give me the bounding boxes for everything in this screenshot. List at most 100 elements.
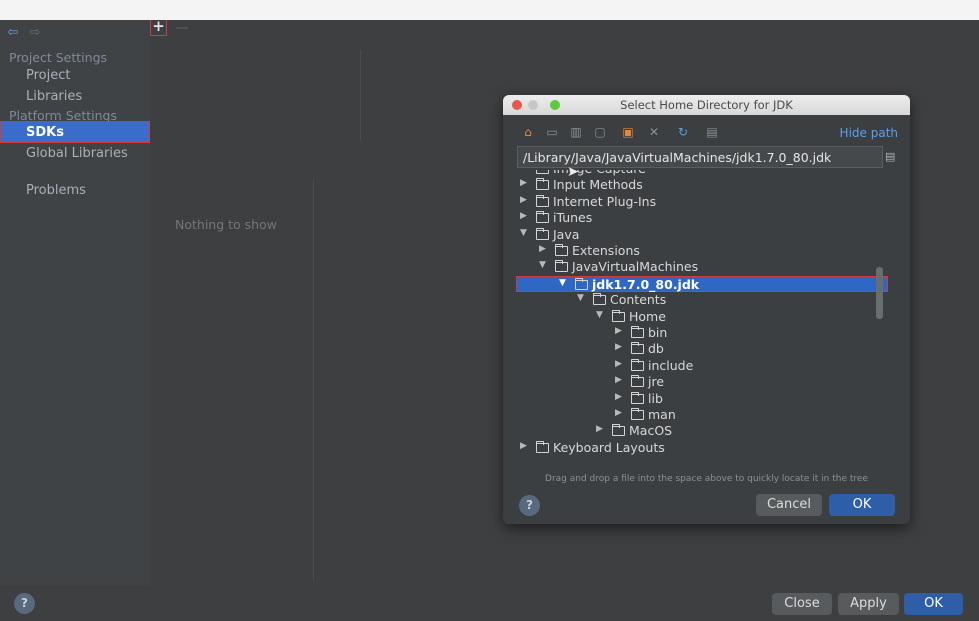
ok-button[interactable]: OK xyxy=(904,593,963,615)
help-button[interactable]: ? xyxy=(14,593,35,614)
remove-sdk-button[interactable]: — xyxy=(175,20,189,36)
dialog-help-button[interactable]: ? xyxy=(519,495,540,516)
tree-row[interactable]: ▶ bin xyxy=(516,325,888,341)
folder-icon xyxy=(631,408,644,420)
tree-row-label: iTunes xyxy=(553,210,593,226)
folder-icon xyxy=(555,260,568,273)
expand-right-icon[interactable]: ▶ xyxy=(520,195,530,205)
folder-icon xyxy=(536,194,549,207)
tree-row[interactable]: ▶ jre xyxy=(516,374,888,390)
refresh-icon[interactable]: ↻ xyxy=(676,126,690,139)
tree-row[interactable]: ▶ Internet Plug-Ins xyxy=(516,194,888,210)
folder-icon xyxy=(612,309,625,322)
folder-icon xyxy=(536,440,549,453)
tree-row[interactable]: ▼ Contents xyxy=(516,292,888,308)
folder-icon xyxy=(631,342,644,355)
folder-icon xyxy=(631,358,644,371)
tree-row[interactable]: ▼ Home xyxy=(516,309,888,325)
forward-arrow-icon[interactable]: ⇨ xyxy=(28,26,42,40)
hide-path-link[interactable]: Hide path xyxy=(840,126,898,140)
expand-right-icon[interactable]: ▶ xyxy=(615,392,625,402)
folder-icon xyxy=(536,170,549,174)
show-hidden-icon[interactable]: ▤ xyxy=(705,126,719,139)
tree-row[interactable]: ▶ db xyxy=(516,341,888,357)
tree-row[interactable]: ▶ Keyboard Layouts xyxy=(516,440,888,456)
tree-row-label: Internet Plug-Ins xyxy=(553,193,657,209)
expand-right-icon[interactable]: ▶ xyxy=(520,178,530,188)
folder-icon xyxy=(536,211,549,224)
project-icon[interactable]: ▥ xyxy=(569,126,583,139)
expand-right-icon[interactable]: ▶ xyxy=(596,424,606,434)
tree-row-label: Home xyxy=(629,308,666,324)
expand-right-icon[interactable]: ▶ xyxy=(615,408,625,418)
tree-row-label: include xyxy=(648,357,694,373)
empty-list-message: Nothing to show xyxy=(175,217,277,232)
nav-item-project[interactable]: Project xyxy=(26,68,70,83)
drag-hint: Drag and drop a file into the space abov… xyxy=(545,474,868,484)
dialog-ok-button[interactable]: OK xyxy=(829,494,895,516)
nav-item-libraries[interactable]: Libraries xyxy=(26,89,82,104)
tree-row[interactable]: ▶ man xyxy=(516,407,888,423)
bottom-bar: ? Close Apply OK xyxy=(0,585,979,621)
tree-row[interactable]: ▶ MacOS xyxy=(516,423,888,439)
expand-right-icon[interactable]: ▶ xyxy=(520,441,530,451)
mouse-pointer-icon: ➤ xyxy=(567,164,579,180)
expand-down-icon[interactable]: ▼ xyxy=(520,228,530,238)
module-icon[interactable]: ▢ xyxy=(593,126,607,139)
left-nav: ⇦ ⇨ Project Settings Project Libraries P… xyxy=(0,20,150,621)
tree-row-label: lib xyxy=(648,390,663,406)
tree-row-label: MacOS xyxy=(629,423,673,439)
project-structure-window: ⇦ ⇨ Project Settings Project Libraries P… xyxy=(0,20,979,621)
tree-row[interactable]: ▼ JavaVirtualMachines xyxy=(516,259,888,275)
close-button[interactable]: Close xyxy=(772,593,832,615)
tree-row-label: man xyxy=(648,407,676,422)
dialog-titlebar: Select Home Directory for JDK xyxy=(503,95,910,115)
tree-row-label: Contents xyxy=(610,292,667,308)
nav-item-sdks-label: SDKs xyxy=(26,125,64,140)
tree-row-label: jdk1.7.0_80.jdk xyxy=(592,276,700,292)
tree-row-label: Keyboard Layouts xyxy=(553,439,665,455)
delete-icon[interactable]: ✕ xyxy=(647,126,661,139)
expand-down-icon[interactable]: ▼ xyxy=(577,293,587,303)
top-strip xyxy=(0,0,979,20)
folder-icon xyxy=(631,326,644,338)
tree-row[interactable]: ▶ iTunes xyxy=(516,210,888,226)
back-arrow-icon[interactable]: ⇦ xyxy=(6,26,20,40)
tree-row-label: Extensions xyxy=(572,243,640,258)
dialog-title: Select Home Directory for JDK xyxy=(620,98,793,112)
expand-right-icon[interactable]: ▶ xyxy=(615,359,625,369)
apply-button[interactable]: Apply xyxy=(838,593,899,615)
tree-scrollbar[interactable] xyxy=(876,267,883,319)
expand-down-icon[interactable]: ▼ xyxy=(596,310,606,320)
expand-right-icon[interactable]: ▶ xyxy=(615,326,625,336)
nav-item-global-libraries[interactable]: Global Libraries xyxy=(26,146,128,161)
clipboard-icon[interactable]: ▤ xyxy=(885,150,897,164)
nav-item-sdks[interactable]: SDKs xyxy=(0,121,150,143)
folder-icon xyxy=(575,277,588,290)
expand-right-icon[interactable]: ▶ xyxy=(520,170,530,172)
file-tree[interactable]: ▶Image Capture▶Input Methods▶Internet Pl… xyxy=(516,170,897,460)
tree-row[interactable]: ▼ Java xyxy=(516,227,888,243)
new-folder-icon[interactable]: ▣ xyxy=(621,126,635,139)
cancel-button[interactable]: Cancel xyxy=(756,494,822,516)
tree-row[interactable]: ▶ Extensions xyxy=(516,243,888,259)
expand-right-icon[interactable]: ▶ xyxy=(615,342,625,352)
expand-right-icon[interactable]: ▶ xyxy=(520,211,530,221)
add-sdk-button[interactable]: + xyxy=(150,20,167,36)
tree-row-selected[interactable]: ▼ jdk1.7.0_80.jdk xyxy=(516,275,888,292)
sdk-list-panel: + — Nothing to show xyxy=(150,20,315,585)
expand-down-icon[interactable]: ▼ xyxy=(559,278,569,288)
tree-row-label: JavaVirtualMachines xyxy=(572,259,699,275)
expand-right-icon[interactable]: ▶ xyxy=(615,375,625,385)
tree-row[interactable]: ▶ lib xyxy=(516,391,888,407)
tree-row-label: Java xyxy=(553,226,580,242)
expand-down-icon[interactable]: ▼ xyxy=(539,260,549,270)
folder-icon xyxy=(536,227,549,240)
desktop-icon[interactable]: ▭ xyxy=(545,126,559,139)
expand-right-icon[interactable]: ▶ xyxy=(539,244,549,254)
folder-icon xyxy=(536,178,549,191)
nav-item-problems[interactable]: Problems xyxy=(26,183,86,198)
home-icon[interactable]: ⌂ xyxy=(521,126,535,139)
select-home-directory-dialog: Select Home Directory for JDK ⌂ ▭ ▥ ▢ ▣ … xyxy=(503,95,910,524)
tree-row[interactable]: ▶ include xyxy=(516,358,888,374)
